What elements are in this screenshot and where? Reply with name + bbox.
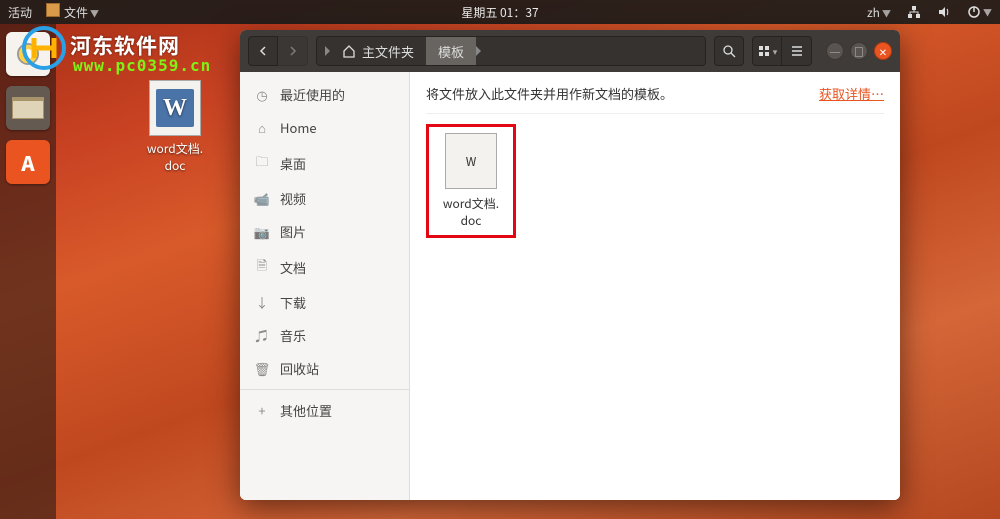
activities-button[interactable]: 活动 <box>8 4 32 21</box>
file-thumb: W <box>445 133 497 189</box>
drawer-icon <box>12 97 44 119</box>
volume-icon[interactable] <box>937 5 951 19</box>
sidebar: ◷最近使用的 ⌂Home 🗀桌面 📹视频 📷图片 🗎文档 ↓下载 ♫音乐 🗑回收… <box>240 72 410 500</box>
breadcrumb-current[interactable]: 模板 <box>426 37 476 65</box>
camera-icon: 📷 <box>254 222 270 241</box>
site-url-watermark: www.pc0359.cn <box>73 56 211 75</box>
dock-files[interactable] <box>6 86 50 130</box>
file-grid: W word文档. doc <box>426 124 884 238</box>
banner-text: 将文件放入此文件夹并用作新文档的模板。 <box>426 84 673 103</box>
view-controls: ▾ <box>752 36 812 66</box>
files-app-icon <box>46 3 60 17</box>
forward-button[interactable] <box>278 36 308 66</box>
banner-link[interactable]: 获取详情… <box>819 84 884 103</box>
path-more-icon <box>476 46 481 56</box>
store-icon: A <box>21 148 34 177</box>
gnome-topbar: 活动 文件▼ 星期五 01：37 zh▼ ▼ <box>0 0 1000 24</box>
maximize-button[interactable]: □ <box>850 42 868 60</box>
clock-icon: ◷ <box>254 85 270 104</box>
view-mode-button[interactable]: ▾ <box>752 36 782 66</box>
hamburger-icon <box>790 44 804 58</box>
music-icon: ♫ <box>254 326 270 345</box>
sidebar-item-documents[interactable]: 🗎文档 <box>240 248 409 286</box>
video-icon: 📹 <box>254 189 270 208</box>
search-icon <box>722 44 736 58</box>
folder-icon: 🗀 <box>254 151 270 175</box>
document-icon: 🗎 <box>254 255 270 279</box>
file-item-word[interactable]: W word文档. doc <box>426 124 516 238</box>
plus-icon: + <box>254 401 270 420</box>
sidebar-separator <box>240 389 409 390</box>
sidebar-item-pictures[interactable]: 📷图片 <box>240 215 409 248</box>
desktop-file-word[interactable]: W word文档. doc <box>130 80 220 174</box>
app-menu[interactable]: 文件▼ <box>46 3 99 21</box>
window-header[interactable]: 主文件夹 模板 ▾ ─ □ ✕ <box>240 30 900 72</box>
sidebar-item-other[interactable]: +其他位置 <box>240 394 409 427</box>
trash-icon: 🗑 <box>254 359 270 378</box>
list-view-icon <box>757 44 771 58</box>
breadcrumb-home[interactable]: 主文件夹 <box>330 37 426 65</box>
close-button[interactable]: ✕ <box>874 42 892 60</box>
template-banner: 将文件放入此文件夹并用作新文档的模板。 获取详情… <box>426 84 884 114</box>
hamburger-menu-button[interactable] <box>782 36 812 66</box>
clock[interactable]: 星期五 01：37 <box>461 4 538 21</box>
power-icon[interactable]: ▼ <box>967 5 992 19</box>
sidebar-item-videos[interactable]: 📹视频 <box>240 182 409 215</box>
sidebar-item-desktop[interactable]: 🗀桌面 <box>240 144 409 182</box>
window-buttons: ─ □ ✕ <box>826 42 892 60</box>
sidebar-item-trash[interactable]: 🗑回收站 <box>240 352 409 385</box>
back-button[interactable] <box>248 36 278 66</box>
breadcrumb: 主文件夹 模板 <box>316 36 706 66</box>
network-icon[interactable] <box>907 5 921 19</box>
search-button[interactable] <box>714 36 744 66</box>
input-method-indicator[interactable]: zh▼ <box>867 4 891 21</box>
home-icon <box>342 44 356 58</box>
sidebar-item-downloads[interactable]: ↓下载 <box>240 286 409 319</box>
chevron-right-icon <box>288 46 298 56</box>
dock: A <box>0 24 56 519</box>
chevron-left-icon <box>258 46 268 56</box>
download-icon: ↓ <box>254 293 270 312</box>
sidebar-item-home[interactable]: ⌂Home <box>240 111 409 144</box>
dock-software[interactable]: A <box>6 140 50 184</box>
content-area[interactable]: 将文件放入此文件夹并用作新文档的模板。 获取详情… W word文档. doc <box>410 72 900 500</box>
file-thumb: W <box>149 80 201 136</box>
desktop-file-label: word文档. doc <box>130 140 220 174</box>
files-window: 主文件夹 模板 ▾ ─ □ ✕ ◷最近使用的 ⌂Home 🗀桌面 📹视频 📷图片… <box>240 30 900 500</box>
file-label: word文档. doc <box>435 195 507 229</box>
sidebar-item-recent[interactable]: ◷最近使用的 <box>240 78 409 111</box>
nav-buttons <box>248 36 308 66</box>
home-icon: ⌂ <box>254 118 270 137</box>
word-icon: W <box>466 153 477 170</box>
site-logo-icon <box>22 26 66 70</box>
sidebar-item-music[interactable]: ♫音乐 <box>240 319 409 352</box>
word-icon: W <box>156 89 194 127</box>
center-watermark: www.gHome.NET <box>440 248 547 267</box>
minimize-button[interactable]: ─ <box>826 42 844 60</box>
